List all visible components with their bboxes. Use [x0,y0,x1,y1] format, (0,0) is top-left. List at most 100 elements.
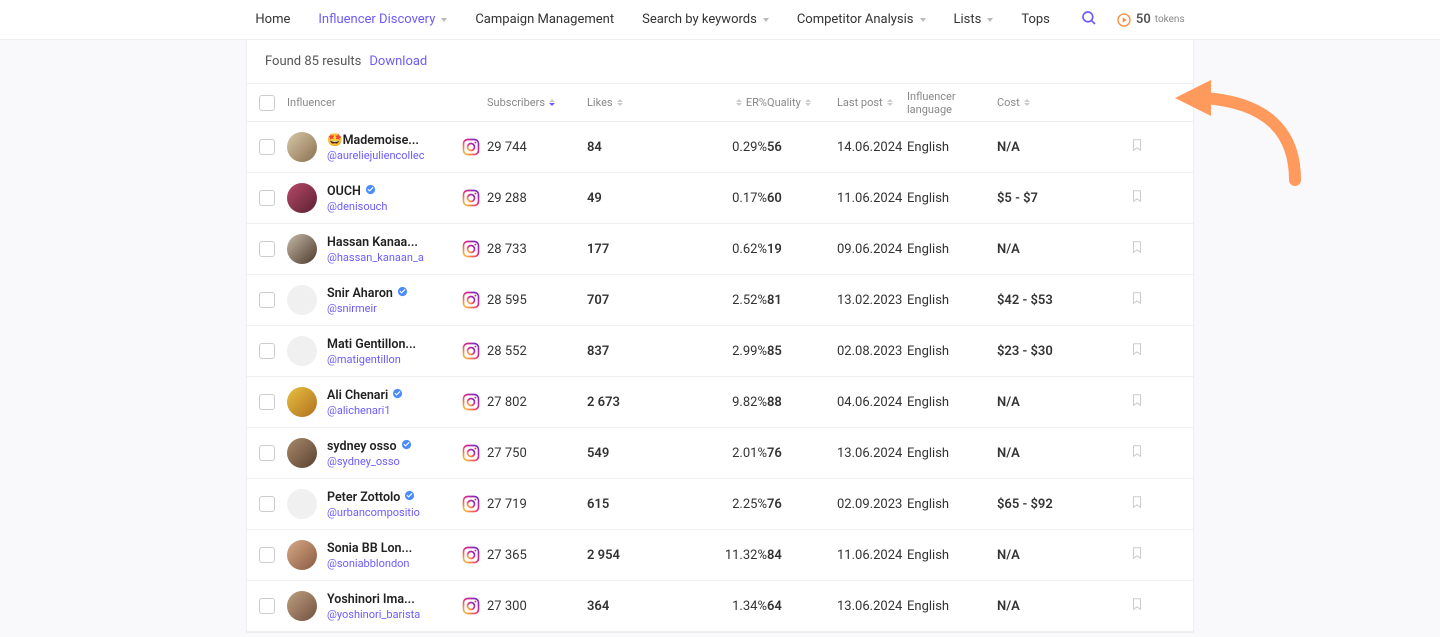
row-select-cell [247,598,287,614]
lang-value: English [907,344,997,359]
row-select-cell [247,241,287,257]
instagram-icon [461,545,481,565]
row-checkbox[interactable] [259,496,275,512]
influencer-text: Hassan Kanaa...@hassan_kanaan_a [327,235,451,264]
avatar [287,285,317,315]
row-select-cell [247,292,287,308]
avatar [287,387,317,417]
col-cost[interactable]: Cost [997,96,1107,109]
cost-value: N/A [997,548,1107,563]
row-checkbox[interactable] [259,394,275,410]
bookmark-icon[interactable] [1130,290,1144,310]
influencer-cell[interactable]: 🤩Mademoise...@aureliejuliencollec [287,132,487,162]
tokens-label: tokens [1155,14,1185,25]
col-subscribers[interactable]: Subscribers [487,96,587,109]
table-row: Mati Gentillon...@matigentillon28 552837… [247,326,1193,377]
tokens-counter[interactable]: 50 tokens [1116,12,1185,28]
influencer-cell[interactable]: Ali Chenari@alichenari1 [287,387,487,417]
bookmark-cell [1107,239,1167,259]
results-bar: Found 85 results Download [247,40,1193,84]
row-checkbox[interactable] [259,292,275,308]
influencer-name: Snir Aharon [327,286,451,301]
influencer-cell[interactable]: Yoshinori Ima...@yoshinori_barista [287,591,487,621]
subscribers-value: 28 552 [487,344,587,359]
influencer-handle: @urbancompositio [327,506,451,519]
row-checkbox[interactable] [259,139,275,155]
likes-value: 84 [587,140,707,155]
lang-value: English [907,497,997,512]
influencer-cell[interactable]: Sonia BB Lon...@soniabblondon [287,540,487,570]
likes-value: 364 [587,599,707,614]
likes-value: 549 [587,446,707,461]
row-checkbox[interactable] [259,547,275,563]
verified-icon [392,388,403,403]
bookmark-icon[interactable] [1130,494,1144,514]
subscribers-value: 27 365 [487,548,587,563]
bookmark-cell [1107,392,1167,412]
nav-discovery-label: Influencer Discovery [318,12,435,27]
bookmark-icon[interactable] [1130,239,1144,259]
col-likes-label: Likes [587,96,613,109]
influencer-cell[interactable]: Hassan Kanaa...@hassan_kanaan_a [287,234,487,264]
bookmark-cell [1107,341,1167,361]
instagram-icon [461,188,481,208]
nav-tops[interactable]: Tops [1021,12,1050,27]
bookmark-icon[interactable] [1130,443,1144,463]
nav-search-keywords[interactable]: Search by keywords [642,12,769,27]
bookmark-icon[interactable] [1130,188,1144,208]
bookmark-icon[interactable] [1130,137,1144,157]
influencer-text: OUCH@denisouch [327,184,451,213]
col-lang[interactable]: Influencer language [907,90,997,116]
row-checkbox[interactable] [259,343,275,359]
bookmark-icon[interactable] [1130,596,1144,616]
nav-influencer-discovery[interactable]: Influencer Discovery [318,12,447,27]
instagram-icon [461,290,481,310]
nav-competitor-analysis[interactable]: Competitor Analysis [797,12,926,27]
influencer-cell[interactable]: OUCH@denisouch [287,183,487,213]
col-cost-label: Cost [997,96,1020,109]
nav-campaign-management[interactable]: Campaign Management [475,12,614,27]
bookmark-icon[interactable] [1130,545,1144,565]
quality-value: 81 [767,293,837,308]
row-checkbox[interactable] [259,598,275,614]
influencer-handle: @sydney_osso [327,455,451,468]
influencer-cell[interactable]: Peter Zottolo@urbancompositio [287,489,487,519]
col-quality[interactable]: Quality [767,96,837,109]
sort-icon [1024,99,1030,106]
lang-value: English [907,395,997,410]
influencer-cell[interactable]: Snir Aharon@snirmeir [287,285,487,315]
row-select-cell [247,394,287,410]
bookmark-icon[interactable] [1130,392,1144,412]
er-value: 2.01% [707,446,767,461]
bookmark-icon[interactable] [1130,341,1144,361]
influencer-cell[interactable]: Mati Gentillon...@matigentillon [287,336,487,366]
lastpost-value: 14.06.2024 [837,140,907,155]
download-link[interactable]: Download [369,54,427,69]
likes-value: 49 [587,191,707,206]
row-select-cell [247,445,287,461]
subscribers-value: 27 719 [487,497,587,512]
col-likes[interactable]: Likes [587,96,707,109]
subscribers-value: 27 802 [487,395,587,410]
influencer-text: Sonia BB Lon...@soniabblondon [327,541,451,570]
select-all-checkbox[interactable] [259,95,275,111]
influencer-cell[interactable]: sydney osso@sydney_osso [287,438,487,468]
col-er[interactable]: ER% [707,96,767,109]
nav-lists[interactable]: Lists [954,12,994,27]
influencer-name: sydney osso [327,439,451,454]
chevron-down-icon [763,18,769,22]
avatar [287,234,317,264]
nav-home[interactable]: Home [255,12,290,27]
row-checkbox[interactable] [259,241,275,257]
quality-value: 85 [767,344,837,359]
avatar [287,438,317,468]
search-icon[interactable] [1080,9,1098,31]
row-checkbox[interactable] [259,190,275,206]
cost-value: N/A [997,599,1107,614]
instagram-icon [461,341,481,361]
cost-value: N/A [997,395,1107,410]
col-influencer[interactable]: Influencer [287,96,487,109]
row-checkbox[interactable] [259,445,275,461]
col-lastpost[interactable]: Last post [837,96,907,109]
table-row: Sonia BB Lon...@soniabblondon27 3652 954… [247,530,1193,581]
